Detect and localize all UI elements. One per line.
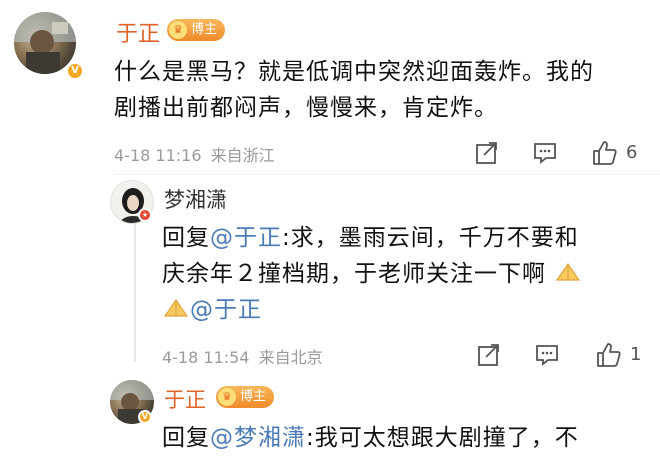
verified-badge-icon: V	[66, 62, 84, 80]
share-icon[interactable]	[476, 342, 502, 368]
verified-badge-icon: ★	[138, 208, 152, 222]
share-icon[interactable]	[474, 140, 500, 166]
thumbs-up-icon[interactable]	[590, 139, 618, 167]
comment-author[interactable]: 于正	[164, 384, 206, 414]
praying-hands-emoji-icon	[556, 262, 581, 281]
verified-badge-icon: V	[138, 410, 152, 424]
comment-text: 回复@梦湘潇:我可太想跟大剧撞了，不	[162, 425, 579, 451]
comment-icon[interactable]	[532, 140, 558, 166]
blogger-tag: ♛ 博主	[167, 19, 226, 41]
reply-thread-line	[134, 222, 136, 362]
crown-icon: ♛	[218, 388, 236, 406]
comment-author[interactable]: 于正	[116, 16, 160, 48]
comment-text: 回复@于正:求，墨雨云间，千万不要和 庆余年２撞档期，于老师关注一下啊 @于正	[162, 220, 652, 328]
location: 来自浙江	[210, 146, 275, 165]
comment-author[interactable]: 梦湘潇	[164, 184, 227, 214]
location: 来自北京	[258, 348, 323, 367]
mention-link[interactable]: @于正	[210, 225, 282, 251]
mention-link[interactable]: @梦湘潇	[210, 425, 306, 451]
timestamp: 4-18 11:54	[162, 348, 250, 367]
divider	[114, 174, 660, 175]
crown-icon: ♛	[169, 21, 187, 39]
comment-meta: 4-18 11:54 来自北京	[162, 344, 323, 368]
thumbs-up-icon[interactable]	[594, 341, 622, 369]
comment-text: 什么是黑马？就是低调中突然迎面轰炸。我的 剧播出前都闷声，慢慢来，肯定炸。	[114, 59, 594, 121]
mention-link[interactable]: @于正	[190, 297, 262, 323]
comment-icon[interactable]	[534, 342, 560, 368]
comment-meta: 4-18 11:16 来自浙江	[114, 142, 275, 166]
blogger-tag: ♛ 博主	[216, 386, 275, 408]
timestamp: 4-18 11:16	[114, 146, 202, 165]
avatar-yuzheng[interactable]	[14, 12, 76, 74]
like-count: 1	[630, 344, 642, 365]
praying-hands-emoji-icon	[163, 298, 189, 317]
like-count: 6	[626, 142, 638, 163]
